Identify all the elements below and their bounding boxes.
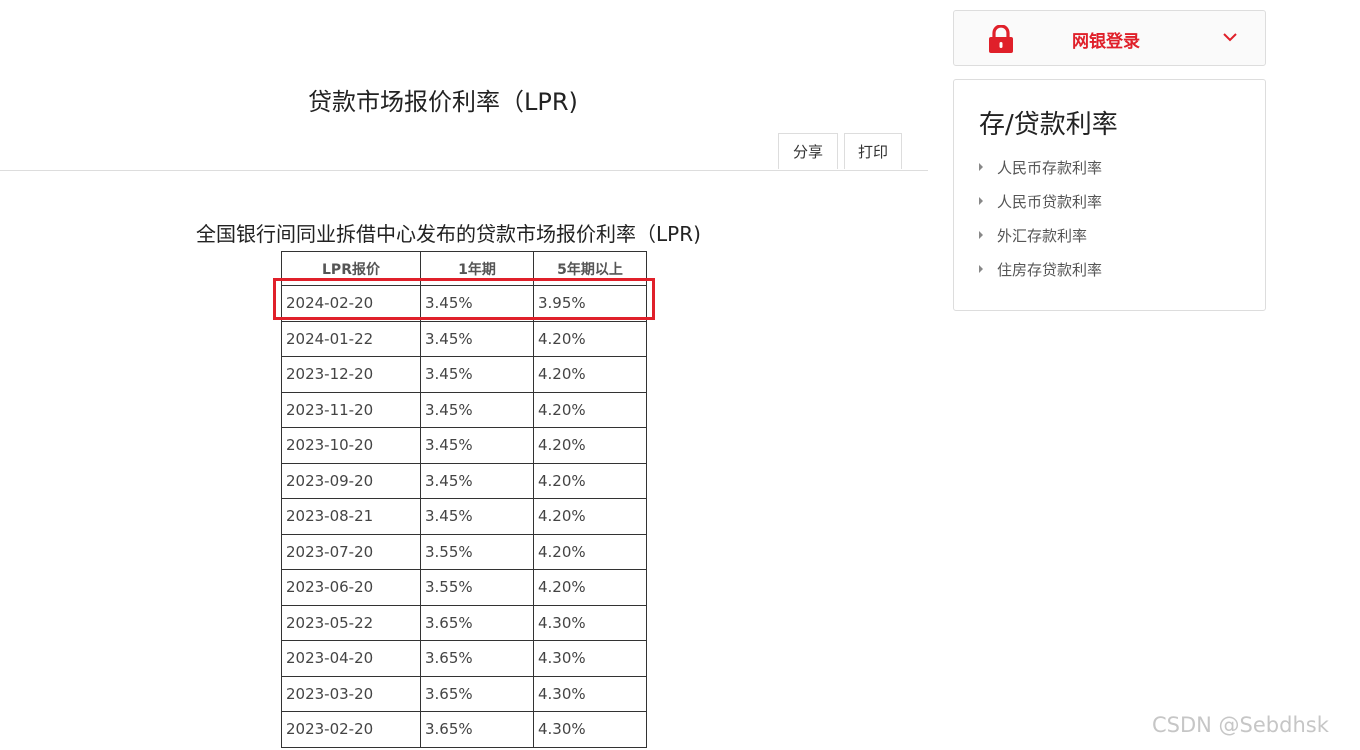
table-row: 2023-06-20 3.55% 4.20% [281,569,647,606]
cell-5y: 4.20% [533,462,647,499]
table-row: 2023-03-20 3.65% 4.30% [281,675,647,712]
cell-date: 2024-01-22 [281,320,421,357]
table-row: 2023-04-20 3.65% 4.30% [281,640,647,677]
column-header-1y: 1年期 [420,251,534,286]
table-row: 2024-01-22 3.45% 4.20% [281,320,647,357]
cell-date: 2023-10-20 [281,427,421,464]
cell-date: 2023-12-20 [281,356,421,393]
rates-link-label: 外汇存款利率 [997,226,1088,245]
cell-date: 2023-03-20 [281,675,421,712]
rates-link-rmb-deposit[interactable]: 人民币存款利率 [979,150,1102,184]
cell-date: 2023-09-20 [281,462,421,499]
cell-date: 2023-08-21 [281,498,421,535]
cell-5y: 4.30% [533,675,647,712]
lock-icon [989,25,1013,53]
cell-1y: 3.65% [420,604,534,641]
table-row: 2023-02-20 3.65% 4.30% [281,711,647,748]
rates-link-list: 人民币存款利率 人民币贷款利率 外汇存款利率 住房存贷款利率 [979,150,1102,286]
table-heading: 全国银行间同业拆借中心发布的贷款市场报价利率（LPR) [196,222,701,246]
cell-1y: 3.65% [420,640,534,677]
column-header-5y: 5年期以上 [533,251,647,286]
cell-date: 2023-11-20 [281,391,421,428]
rates-link-forex-deposit[interactable]: 外汇存款利率 [979,218,1102,252]
online-banking-login[interactable]: 网银登录 [953,10,1266,66]
table-row: 2024-02-20 3.45% 3.95% [281,285,647,322]
cell-date: 2023-07-20 [281,533,421,570]
rates-link-housing[interactable]: 住房存贷款利率 [979,252,1102,286]
cell-1y: 3.65% [420,711,534,748]
cell-1y: 3.45% [420,498,534,535]
header-divider [0,170,928,171]
watermark: CSDN @Sebdhsk [1152,713,1329,737]
rates-link-rmb-loan[interactable]: 人民币贷款利率 [979,184,1102,218]
rates-link-label: 人民币存款利率 [997,158,1103,177]
cell-date: 2023-04-20 [281,640,421,677]
cell-date: 2023-06-20 [281,569,421,606]
cell-1y: 3.45% [420,391,534,428]
cell-5y: 4.30% [533,604,647,641]
cell-5y: 4.30% [533,640,647,677]
triangle-right-icon [979,231,983,239]
cell-1y: 3.45% [420,462,534,499]
cell-date: 2023-02-20 [281,711,421,748]
cell-1y: 3.65% [420,675,534,712]
cell-date: 2024-02-20 [281,285,421,322]
cell-5y: 4.20% [533,320,647,357]
table-row: 2023-05-22 3.65% 4.30% [281,604,647,641]
rates-panel: 存/贷款利率 人民币存款利率 人民币贷款利率 外汇存款利率 住房存贷款利率 [953,79,1266,311]
triangle-right-icon [979,197,983,205]
table-row: 2023-09-20 3.45% 4.20% [281,462,647,499]
cell-5y: 4.20% [533,533,647,570]
rates-title: 存/贷款利率 [979,110,1118,140]
cell-5y: 4.20% [533,391,647,428]
cell-1y: 3.45% [420,285,534,322]
cell-5y: 4.20% [533,356,647,393]
cell-date: 2023-05-22 [281,604,421,641]
lpr-table: LPR报价 1年期 5年期以上 2024-02-20 3.45% 3.95% 2… [281,251,647,748]
triangle-right-icon [979,265,983,273]
cell-5y: 4.30% [533,711,647,748]
print-button[interactable]: 打印 [844,133,902,169]
table-header-row: LPR报价 1年期 5年期以上 [281,251,647,286]
cell-1y: 3.45% [420,356,534,393]
cell-1y: 3.45% [420,320,534,357]
page-title: 贷款市场报价利率（LPR) [308,88,578,116]
cell-5y: 4.20% [533,498,647,535]
share-button[interactable]: 分享 [778,133,838,169]
rates-link-label: 住房存贷款利率 [997,260,1103,279]
cell-1y: 3.55% [420,569,534,606]
table-row: 2023-12-20 3.45% 4.20% [281,356,647,393]
cell-1y: 3.45% [420,427,534,464]
cell-5y: 4.20% [533,427,647,464]
table-row: 2023-08-21 3.45% 4.20% [281,498,647,535]
rates-link-label: 人民币贷款利率 [997,192,1103,211]
triangle-right-icon [979,163,983,171]
table-row: 2023-11-20 3.45% 4.20% [281,391,647,428]
page: 贷款市场报价利率（LPR) 分享 打印 全国银行间同业拆借中心发布的贷款市场报价… [0,0,1360,750]
cell-5y: 3.95% [533,285,647,322]
column-header-date: LPR报价 [281,251,421,286]
chevron-down-icon[interactable] [1222,31,1238,43]
table-row: 2023-07-20 3.55% 4.20% [281,533,647,570]
cell-5y: 4.20% [533,569,647,606]
cell-1y: 3.55% [420,533,534,570]
table-row: 2023-10-20 3.45% 4.20% [281,427,647,464]
login-label: 网银登录 [1072,32,1140,52]
